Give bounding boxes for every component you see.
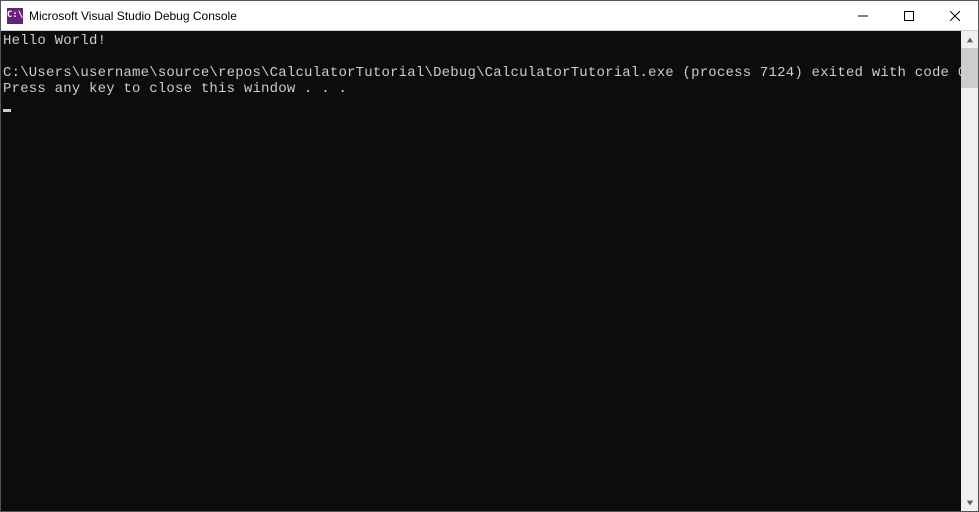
scroll-up-button[interactable]: [961, 31, 978, 48]
console-area: Hello World! C:\Users\username\source\re…: [1, 31, 978, 511]
titlebar: C:\ Microsoft Visual Studio Debug Consol…: [1, 1, 978, 31]
minimize-icon: [858, 11, 868, 21]
app-icon-text: C:\: [7, 11, 23, 20]
cursor: [3, 109, 11, 112]
maximize-button[interactable]: [886, 1, 932, 30]
close-button[interactable]: [932, 1, 978, 30]
console-line: C:\Users\username\source\repos\Calculato…: [3, 65, 961, 81]
chevron-down-icon: [966, 499, 974, 507]
chevron-up-icon: [966, 36, 974, 44]
window-title: Microsoft Visual Studio Debug Console: [29, 9, 237, 23]
console-output[interactable]: Hello World! C:\Users\username\source\re…: [1, 31, 961, 511]
close-icon: [950, 11, 960, 21]
scroll-down-button[interactable]: [961, 494, 978, 511]
maximize-icon: [904, 11, 914, 21]
vertical-scrollbar[interactable]: [961, 31, 978, 511]
window-controls: [840, 1, 978, 30]
scrollbar-thumb[interactable]: [961, 48, 978, 88]
app-icon: C:\: [7, 8, 23, 24]
console-line: Hello World!: [3, 33, 106, 49]
minimize-button[interactable]: [840, 1, 886, 30]
console-line: Press any key to close this window . . .: [3, 81, 347, 97]
scrollbar-track[interactable]: [961, 48, 978, 494]
